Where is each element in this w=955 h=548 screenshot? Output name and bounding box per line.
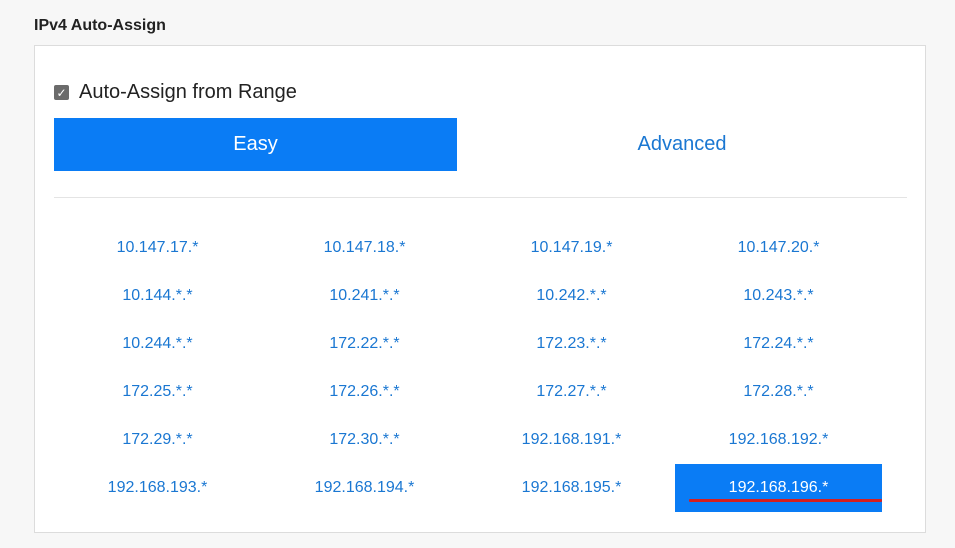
range-option[interactable]: 10.147.18.* bbox=[261, 224, 468, 272]
range-option[interactable]: 10.147.17.* bbox=[54, 224, 261, 272]
range-option-label: 10.147.20.* bbox=[737, 239, 820, 256]
range-option-label: 10.147.18.* bbox=[323, 239, 406, 256]
auto-assign-checkbox-row[interactable]: ✓ Auto-Assign from Range bbox=[54, 81, 297, 104]
range-option-label: 172.25.*.* bbox=[122, 383, 193, 400]
range-option[interactable]: 172.24.*.* bbox=[675, 320, 882, 368]
range-option[interactable]: 172.26.*.* bbox=[261, 368, 468, 416]
range-option[interactable]: 172.30.*.* bbox=[261, 416, 468, 464]
range-option-label: 192.168.195.* bbox=[521, 479, 622, 496]
range-option[interactable]: 10.241.*.* bbox=[261, 272, 468, 320]
range-option[interactable]: 192.168.191.* bbox=[468, 416, 675, 464]
range-option[interactable]: 172.23.*.* bbox=[468, 320, 675, 368]
range-option-label: 172.22.*.* bbox=[329, 335, 400, 352]
range-option[interactable]: 10.244.*.* bbox=[54, 320, 261, 368]
range-option[interactable]: 172.22.*.* bbox=[261, 320, 468, 368]
range-option[interactable]: 192.168.195.* bbox=[468, 464, 675, 512]
range-option-label: 10.241.*.* bbox=[329, 287, 400, 304]
range-option-label: 10.147.17.* bbox=[116, 239, 199, 256]
range-option[interactable]: 172.28.*.* bbox=[675, 368, 882, 416]
range-option-label: 172.29.*.* bbox=[122, 431, 193, 448]
divider bbox=[54, 197, 907, 198]
range-option-label: 192.168.192.* bbox=[728, 431, 829, 448]
range-option[interactable]: 10.147.19.* bbox=[468, 224, 675, 272]
range-option-label: 172.23.*.* bbox=[536, 335, 607, 352]
range-option-label: 10.243.*.* bbox=[743, 287, 814, 304]
mode-tabs: Easy Advanced bbox=[54, 118, 907, 171]
range-option[interactable]: 172.29.*.* bbox=[54, 416, 261, 464]
range-option[interactable]: 10.147.20.* bbox=[675, 224, 882, 272]
range-option-label: 172.26.*.* bbox=[329, 383, 400, 400]
range-option-label: 172.28.*.* bbox=[743, 383, 814, 400]
annotation-underline bbox=[689, 499, 882, 502]
range-option[interactable]: 10.243.*.* bbox=[675, 272, 882, 320]
range-option[interactable]: 10.242.*.* bbox=[468, 272, 675, 320]
range-option[interactable]: 192.168.193.* bbox=[54, 464, 261, 512]
range-option-label: 192.168.193.* bbox=[107, 479, 208, 496]
range-option[interactable]: 192.168.192.* bbox=[675, 416, 882, 464]
range-option-label: 192.168.196.* bbox=[728, 479, 829, 496]
range-option-label: 172.27.*.* bbox=[536, 383, 607, 400]
range-option-label: 192.168.194.* bbox=[314, 479, 415, 496]
auto-assign-panel: ✓ Auto-Assign from Range Easy Advanced 1… bbox=[34, 45, 926, 533]
tab-advanced[interactable]: Advanced bbox=[457, 118, 907, 171]
range-option[interactable]: 10.144.*.* bbox=[54, 272, 261, 320]
tab-easy[interactable]: Easy bbox=[54, 118, 457, 171]
range-grid: 10.147.17.* 10.147.18.* 10.147.19.* 10.147.… bbox=[54, 224, 882, 512]
auto-assign-label[interactable]: Auto-Assign from Range bbox=[79, 81, 297, 104]
range-option[interactable]: 172.27.*.* bbox=[468, 368, 675, 416]
section-title: IPv4 Auto-Assign bbox=[34, 17, 166, 34]
range-option-label: 172.30.*.* bbox=[329, 431, 400, 448]
range-option-label: 10.242.*.* bbox=[536, 287, 607, 304]
range-option-label: 10.244.*.* bbox=[122, 335, 193, 352]
range-option-label: 192.168.191.* bbox=[521, 431, 622, 448]
range-option[interactable]: 172.25.*.* bbox=[54, 368, 261, 416]
range-option[interactable]: 192.168.194.* bbox=[261, 464, 468, 512]
auto-assign-checkbox[interactable]: ✓ bbox=[54, 85, 69, 100]
range-option-selected[interactable]: 192.168.196.* bbox=[675, 464, 882, 512]
range-option-label: 10.144.*.* bbox=[122, 287, 193, 304]
range-option-label: 10.147.19.* bbox=[530, 239, 613, 256]
range-option-label: 172.24.*.* bbox=[743, 335, 814, 352]
